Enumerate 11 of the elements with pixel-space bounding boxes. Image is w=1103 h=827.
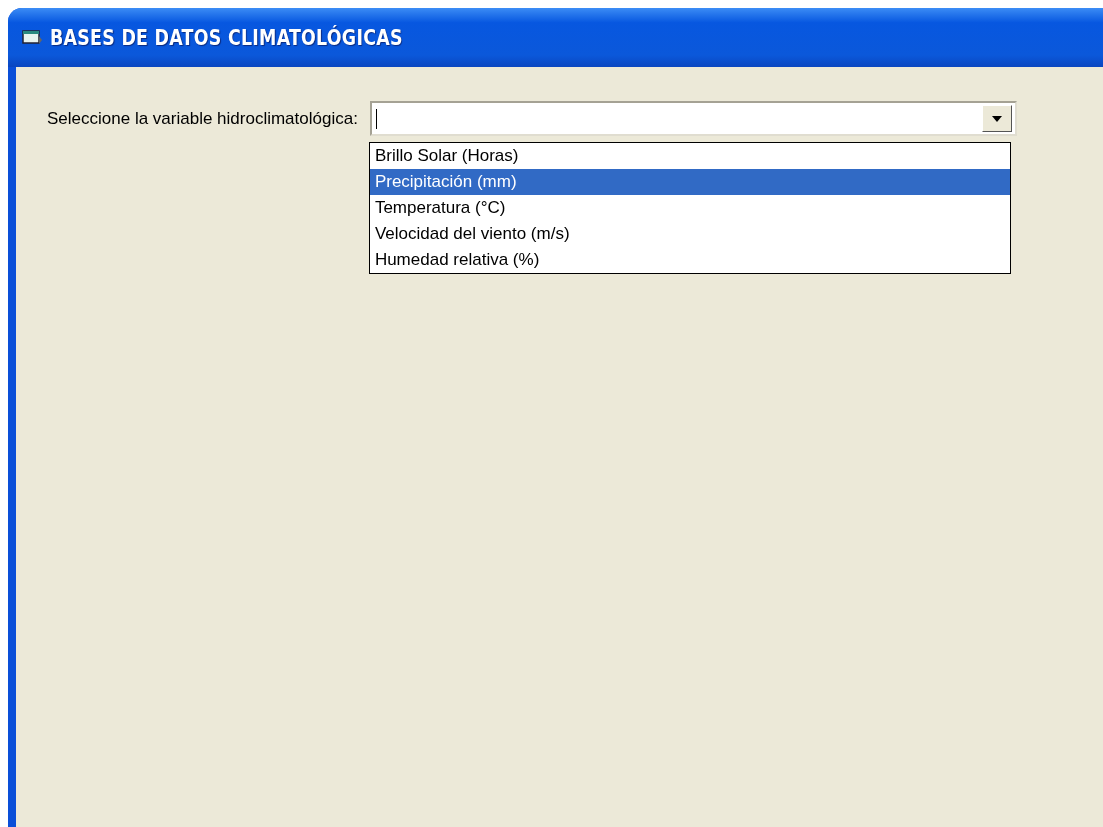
dropdown-option[interactable]: Precipitación (mm): [369, 169, 1010, 195]
window-title: BASES DE DATOS CLIMATOLÓGICAS: [50, 25, 403, 50]
dropdown-option[interactable]: Temperatura (°C): [369, 195, 1010, 221]
dropdown-option[interactable]: Velocidad del viento (m/s): [369, 221, 1010, 247]
dropdown-option[interactable]: Humedad relativa (%): [369, 247, 1010, 273]
window-icon: [22, 29, 42, 46]
text-cursor: [375, 108, 377, 129]
field-label: Seleccione la variable hidroclimatológica:: [47, 109, 358, 129]
dropdown-button[interactable]: [981, 105, 1012, 132]
caret-icon: [991, 115, 1002, 122]
dropdown-option[interactable]: Brillo Solar (Horas): [369, 143, 1010, 169]
